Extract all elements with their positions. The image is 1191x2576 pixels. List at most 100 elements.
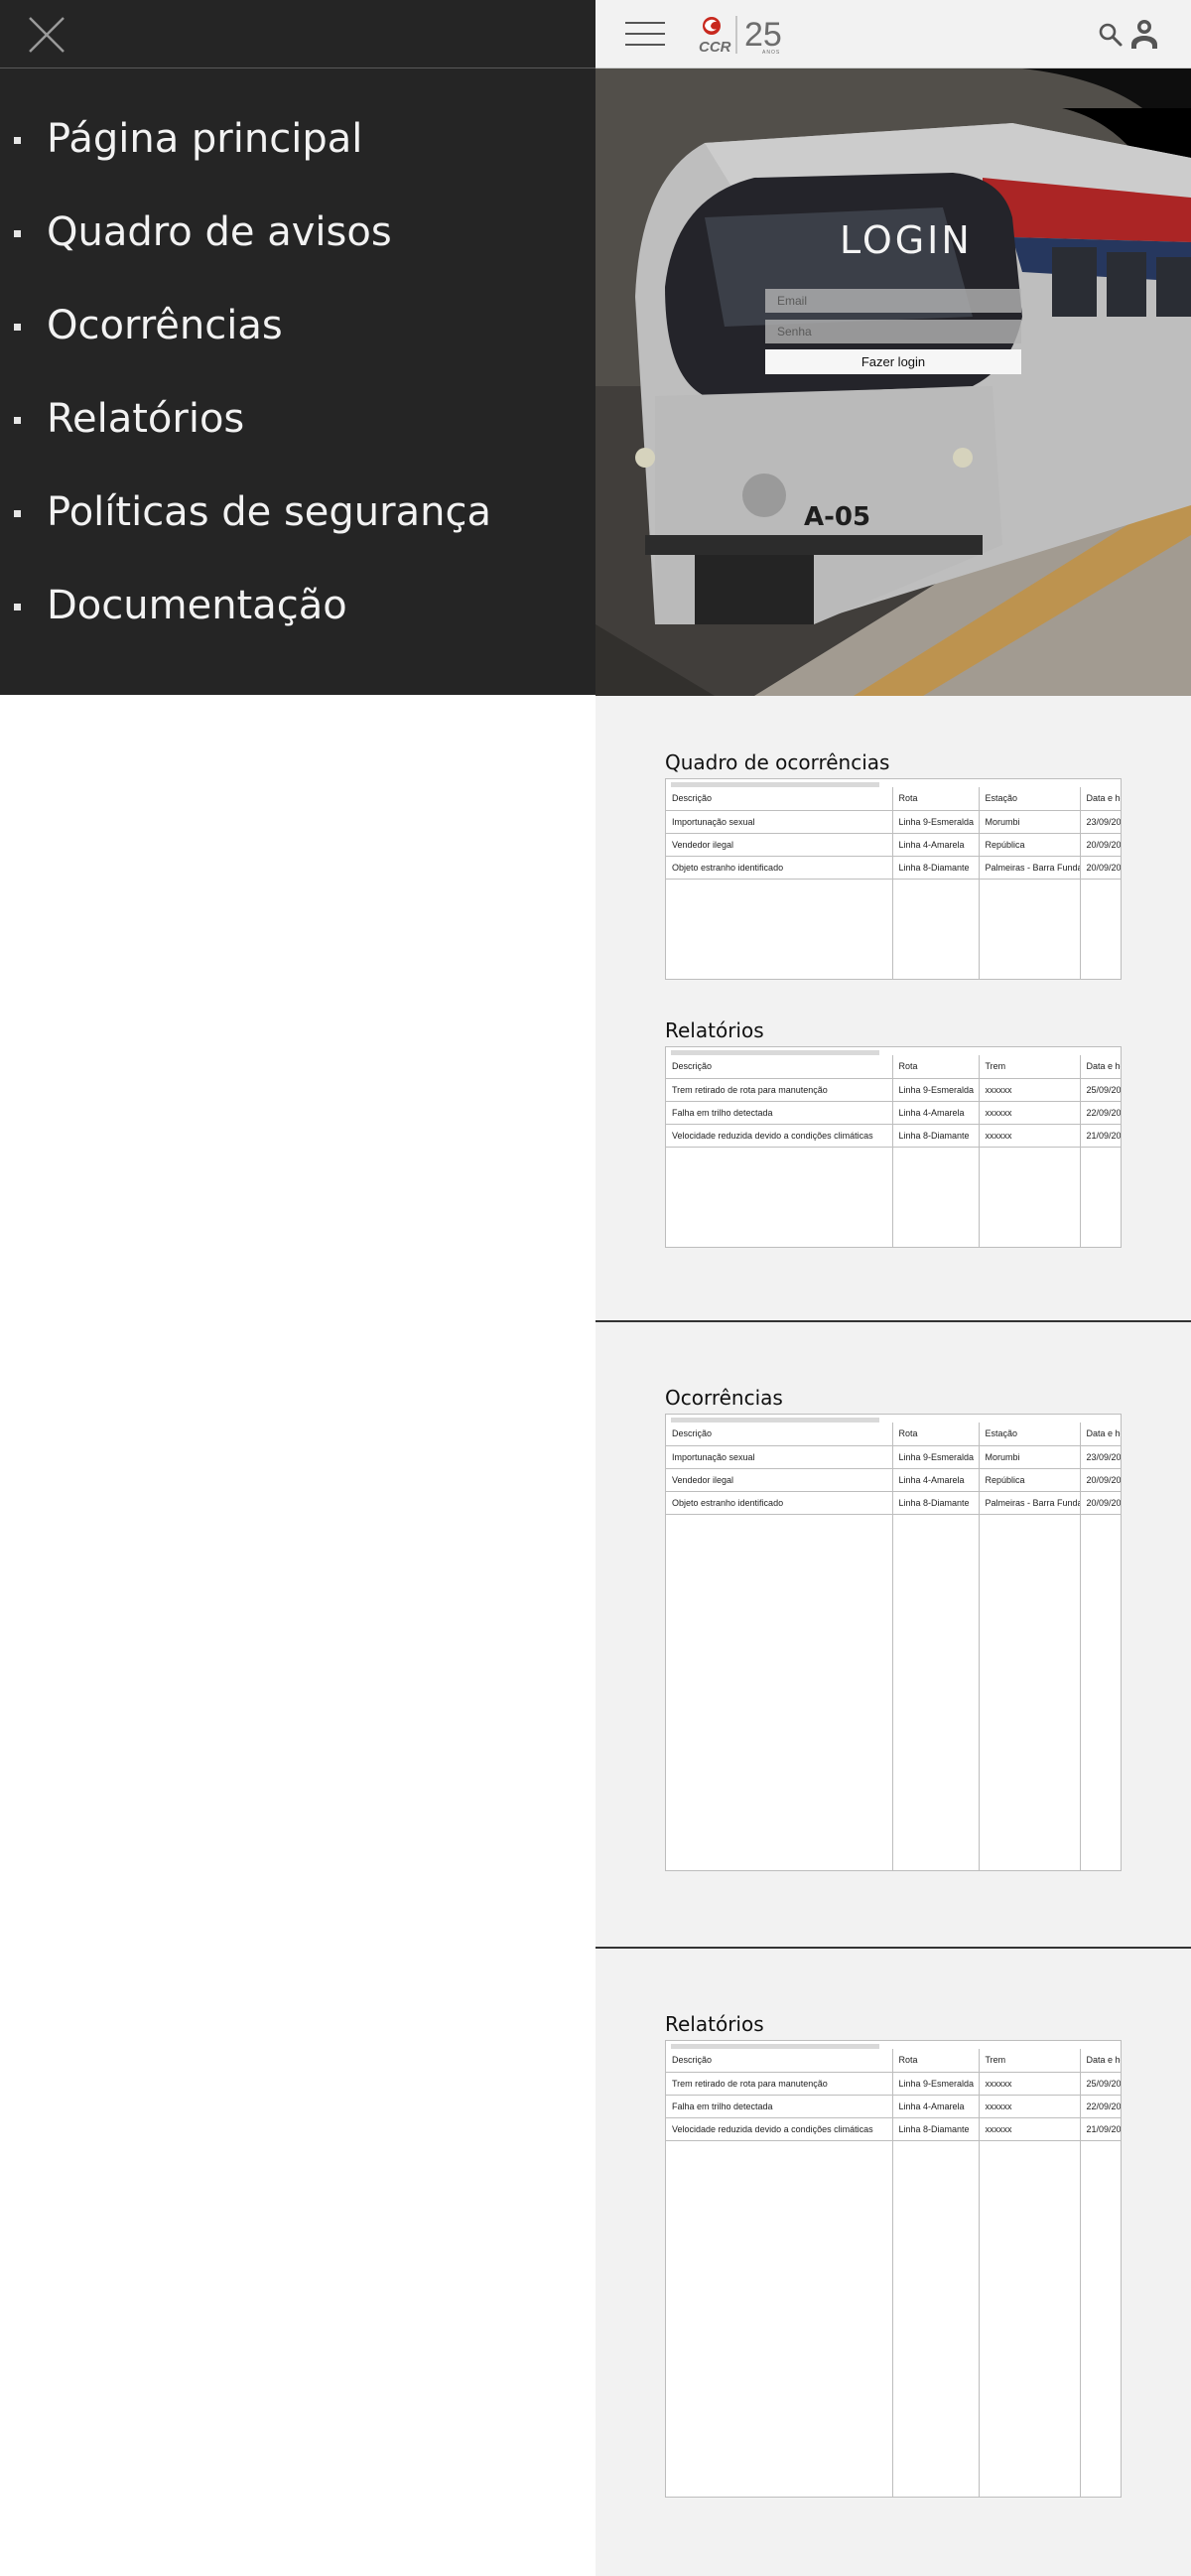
column-header: Data e hora <box>1080 787 1121 811</box>
table-row[interactable]: Falha em trilho detectada Linha 4-Amarel… <box>666 2095 1121 2118</box>
table-header-row: Descrição Rota Estação Data e hora <box>666 787 1121 811</box>
table-row[interactable]: Falha em trilho detectada Linha 4-Amarel… <box>666 1101 1121 1125</box>
table-empty-area <box>666 1147 1121 1247</box>
menu-item-label: Ocorrências <box>47 303 283 348</box>
table-cell: Falha em trilho detectada <box>666 2095 893 2118</box>
table-cell: Linha 9-Esmeralda <box>892 1445 980 1469</box>
table-cell: Linha 8-Diamante <box>892 856 980 880</box>
column-header: Data e hora <box>1080 1055 1121 1079</box>
table-cell: Objeto estranho identificado <box>666 856 893 880</box>
table-relatorios-full[interactable]: Descrição Rota Trem Data e hora Trem ret… <box>665 2040 1122 2498</box>
column-header: Descrição <box>666 1055 893 1079</box>
table-cell: 20/09/2023 <box>1080 1491 1121 1515</box>
menu-item-politicas-de-seguranca[interactable]: Políticas de segurança <box>0 488 596 583</box>
table-cell: 23/09/2023 <box>1080 810 1121 834</box>
table-cell: Morumbi <box>979 810 1081 834</box>
column-header: Descrição <box>666 1423 893 1446</box>
table-cell: xxxxxx <box>979 2095 1081 2118</box>
table-cell: 25/09/2023 <box>1080 1078 1121 1102</box>
section-title-ocorrencias: Ocorrências <box>665 1386 783 1410</box>
table-cell: 20/09/2023 <box>1080 1468 1121 1492</box>
menu-item-pagina-principal[interactable]: Página principal <box>0 115 596 209</box>
table-cell: Importunação sexual <box>666 1445 893 1469</box>
search-icon[interactable] <box>1098 22 1124 48</box>
side-menu-header <box>0 0 596 68</box>
data-table: Descrição Rota Estação Data e hora Impor… <box>666 1423 1121 1870</box>
table-relatorios[interactable]: Descrição Rota Trem Data e hora Trem ret… <box>665 1046 1122 1248</box>
column-header: Rota <box>892 1055 980 1079</box>
side-menu: Página principal Quadro de avisos Ocorrê… <box>0 0 596 695</box>
table-cell: Morumbi <box>979 1445 1081 1469</box>
hamburger-menu-icon[interactable] <box>625 20 665 50</box>
table-header-row: Descrição Rota Trem Data e hora <box>666 1055 1121 1079</box>
table-cell: Linha 4-Amarela <box>892 833 980 857</box>
column-header: Data e hora <box>1080 2049 1121 2073</box>
table-row[interactable]: Vendedor ilegal Linha 4-Amarela Repúblic… <box>666 1468 1121 1492</box>
data-table: Descrição Rota Trem Data e hora Trem ret… <box>666 1055 1121 1247</box>
table-cell: Trem retirado de rota para manutenção <box>666 1078 893 1102</box>
table-cell: Linha 8-Diamante <box>892 2117 980 2141</box>
ccr-25-anos-logo[interactable]: CCR 25 ANOS <box>695 14 794 56</box>
table-cell: 20/09/2023 <box>1080 856 1121 880</box>
section-divider <box>596 1947 1191 1949</box>
table-cell: xxxxxx <box>979 1124 1081 1148</box>
table-row[interactable]: Importunação sexual Linha 9-Esmeralda Mo… <box>666 810 1121 834</box>
menu-item-quadro-de-avisos[interactable]: Quadro de avisos <box>0 208 596 303</box>
table-cell: xxxxxx <box>979 2117 1081 2141</box>
menu-item-label: Políticas de segurança <box>47 489 491 535</box>
table-row[interactable]: Velocidade reduzida devido a condições c… <box>666 1124 1121 1148</box>
table-cell: Falha em trilho detectada <box>666 1101 893 1125</box>
table-row[interactable]: Objeto estranho identificado Linha 8-Dia… <box>666 856 1121 880</box>
table-cell: 21/09/2023 <box>1080 1124 1121 1148</box>
table-cell: 22/09/2023 <box>1080 1101 1121 1125</box>
table-row[interactable]: Importunação sexual Linha 9-Esmeralda Mo… <box>666 1445 1121 1469</box>
anniversary-sub: ANOS <box>762 50 780 56</box>
table-cell: xxxxxx <box>979 2072 1081 2096</box>
column-header: Estação <box>979 1423 1081 1446</box>
menu-item-label: Relatórios <box>47 396 245 442</box>
section-title-relatorios: Relatórios <box>665 1018 764 1042</box>
column-header: Descrição <box>666 2049 893 2073</box>
table-cell: República <box>979 833 1081 857</box>
column-header: Rota <box>892 1423 980 1446</box>
menu-item-ocorrencias[interactable]: Ocorrências <box>0 302 596 396</box>
table-cell: 21/09/2023 <box>1080 2117 1121 2141</box>
menu-item-documentacao[interactable]: Documentação <box>0 582 596 676</box>
table-row[interactable]: Trem retirado de rota para manutenção Li… <box>666 2072 1121 2096</box>
table-ocorrencias[interactable]: Descrição Rota Estação Data e hora Impor… <box>665 1414 1122 1871</box>
table-cell: Vendedor ilegal <box>666 1468 893 1492</box>
anniversary-number: 25 <box>744 16 782 54</box>
menu-item-label: Quadro de avisos <box>47 209 392 255</box>
bullet-icon <box>14 604 21 610</box>
table-cell: Linha 9-Esmeralda <box>892 810 980 834</box>
table-cell: Palmeiras - Barra Funda <box>979 1491 1081 1515</box>
table-cell: Linha 8-Diamante <box>892 1491 980 1515</box>
section-title-quadro-de-ocorrencias: Quadro de ocorrências <box>665 750 890 774</box>
table-row[interactable]: Trem retirado de rota para manutenção Li… <box>666 1078 1121 1102</box>
table-cell: Velocidade reduzida devido a condições c… <box>666 2117 893 2141</box>
table-row[interactable]: Objeto estranho identificado Linha 8-Dia… <box>666 1491 1121 1515</box>
user-icon[interactable] <box>1129 18 1159 50</box>
bullet-icon <box>14 230 21 237</box>
menu-item-relatorios[interactable]: Relatórios <box>0 395 596 489</box>
table-row[interactable]: Vendedor ilegal Linha 4-Amarela Repúblic… <box>666 833 1121 857</box>
bullet-icon <box>14 510 21 517</box>
table-row[interactable]: Velocidade reduzida devido a condições c… <box>666 2117 1121 2141</box>
table-cell: Linha 9-Esmeralda <box>892 2072 980 2096</box>
email-field[interactable] <box>765 289 1021 313</box>
top-bar: CCR 25 ANOS <box>596 0 1191 68</box>
login-title: LOGIN <box>840 218 973 262</box>
table-quadro-de-ocorrencias[interactable]: Descrição Rota Estação Data e hora Impor… <box>665 778 1122 980</box>
data-table: Descrição Rota Estação Data e hora Impor… <box>666 787 1121 979</box>
bullet-icon <box>14 417 21 424</box>
hero-banner: A-05 <box>596 68 1191 696</box>
table-cell: Linha 4-Amarela <box>892 1468 980 1492</box>
train-image: A-05 <box>596 68 1191 696</box>
table-cell: República <box>979 1468 1081 1492</box>
close-icon[interactable] <box>26 14 67 56</box>
password-field[interactable] <box>765 320 1021 343</box>
table-cell: 23/09/2023 <box>1080 1445 1121 1469</box>
login-button[interactable]: Fazer login <box>765 349 1021 374</box>
table-empty-area <box>666 1514 1121 1870</box>
table-cell: Objeto estranho identificado <box>666 1491 893 1515</box>
